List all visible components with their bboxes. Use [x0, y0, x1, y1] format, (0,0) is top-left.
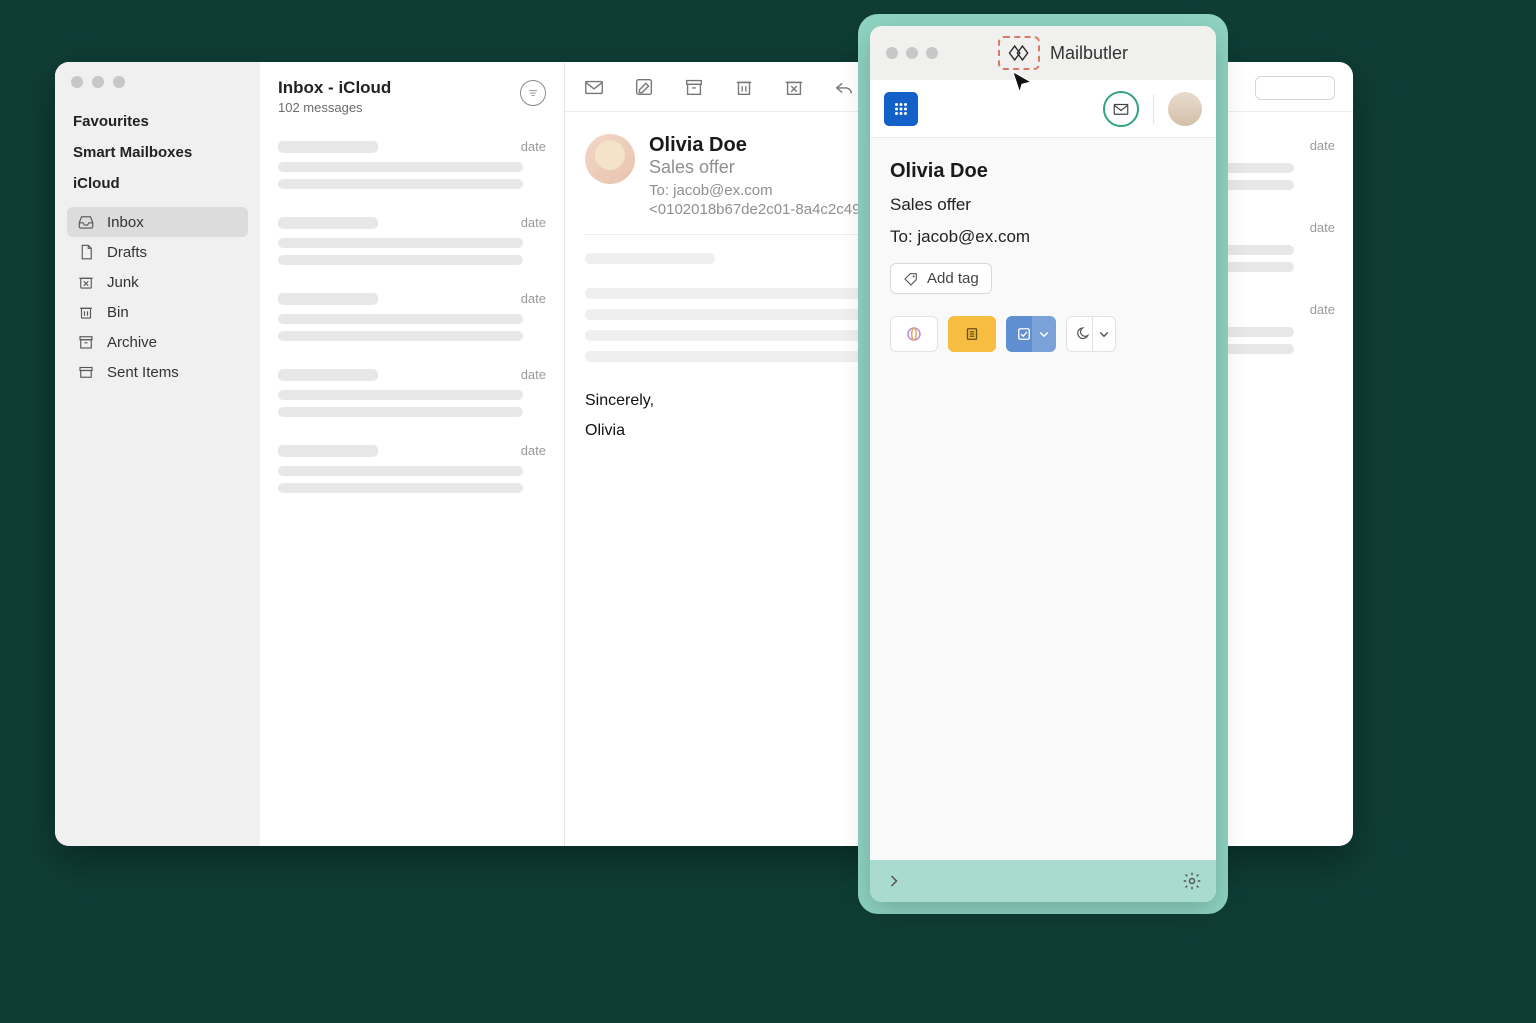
trash-icon	[77, 303, 95, 321]
list-item[interactable]: date	[260, 429, 564, 505]
close-dot[interactable]	[71, 76, 83, 88]
apps-grid-button[interactable]	[884, 92, 918, 126]
add-tag-button[interactable]: Add tag	[890, 263, 992, 294]
item-date: date	[521, 139, 546, 154]
folder-list: Inbox Drafts Junk Bin Archive Sent Items	[67, 207, 248, 387]
reply-icon[interactable]	[833, 76, 855, 98]
notes-button[interactable]	[948, 316, 996, 352]
folder-drafts[interactable]: Drafts	[67, 237, 248, 267]
mailbutler-content: Olivia Doe Sales offer To: jacob@ex.com …	[870, 138, 1216, 860]
note-icon	[963, 325, 981, 343]
sidebar-section-smart[interactable]: Smart Mailboxes	[67, 137, 248, 168]
folder-sent[interactable]: Sent Items	[67, 357, 248, 387]
tasks-dropdown[interactable]	[1032, 316, 1056, 352]
contact-name: Olivia Doe	[890, 160, 1196, 183]
compose-icon[interactable]	[633, 76, 655, 98]
folder-label: Junk	[107, 274, 139, 291]
folder-bin[interactable]: Bin	[67, 297, 248, 327]
close-dot[interactable]	[886, 47, 898, 59]
document-icon	[77, 243, 95, 261]
folder-label: Bin	[107, 304, 129, 321]
list-header: Inbox - iCloud 102 messages	[260, 62, 564, 125]
folder-label: Sent Items	[107, 364, 179, 381]
user-avatar[interactable]	[1168, 92, 1202, 126]
mailbutler-window: Mailbutler Olivia Doe S	[870, 26, 1216, 902]
list-item[interactable]: date	[260, 277, 564, 353]
sidebar-section-favourites[interactable]: Favourites	[67, 106, 248, 137]
envelope-icon[interactable]	[583, 76, 605, 98]
envelope-icon	[1112, 100, 1130, 118]
tag-icon	[903, 271, 919, 287]
list-item[interactable]: date	[260, 353, 564, 429]
archive-icon	[77, 333, 95, 351]
message-list: Inbox - iCloud 102 messages date date da…	[260, 62, 565, 846]
divider	[1153, 94, 1154, 124]
check-icon	[1015, 325, 1033, 343]
mailbutler-actions	[890, 316, 1196, 352]
mailbutler-logo-hotspot[interactable]	[998, 36, 1040, 70]
snooze-dropdown[interactable]	[1092, 316, 1116, 352]
list-title: Inbox - iCloud	[278, 78, 391, 98]
junk-icon[interactable]	[783, 76, 805, 98]
body-placeholder	[585, 253, 715, 264]
mailbutler-titlebar[interactable]: Mailbutler	[870, 26, 1216, 80]
mailbutler-window-container: Mailbutler Olivia Doe S	[858, 14, 1228, 914]
list-subtitle: 102 messages	[278, 100, 391, 115]
min-dot[interactable]	[92, 76, 104, 88]
inbox-icon	[77, 213, 95, 231]
add-tag-label: Add tag	[927, 270, 979, 287]
trash-icon[interactable]	[733, 76, 755, 98]
sidebar: Favourites Smart Mailboxes iCloud Inbox …	[55, 62, 260, 846]
filter-button[interactable]	[520, 80, 546, 106]
mailbutler-footer	[870, 860, 1216, 902]
sent-icon	[77, 363, 95, 381]
moon-icon	[1075, 325, 1093, 343]
mailbutler-toolbar	[870, 80, 1216, 138]
gear-icon[interactable]	[1182, 871, 1202, 891]
filter-icon	[526, 86, 540, 100]
window-controls[interactable]	[886, 47, 938, 59]
mail-status-button[interactable]	[1103, 91, 1139, 127]
list-item[interactable]: date	[260, 125, 564, 201]
list-item[interactable]: date	[260, 201, 564, 277]
subject-placeholder	[278, 162, 523, 172]
search-field[interactable]	[1255, 76, 1335, 100]
window-controls[interactable]	[67, 72, 248, 106]
sender-placeholder	[278, 141, 378, 153]
mailbutler-title: Mailbutler	[1050, 43, 1128, 64]
mailbutler-logo-icon	[1006, 42, 1032, 64]
folder-junk[interactable]: Junk	[67, 267, 248, 297]
max-dot[interactable]	[926, 47, 938, 59]
contacts-button[interactable]	[890, 316, 938, 352]
max-dot[interactable]	[113, 76, 125, 88]
chevron-right-icon[interactable]	[884, 871, 904, 891]
globe-icon	[905, 325, 923, 343]
email-to: To: jacob@ex.com	[890, 227, 1196, 247]
junk-icon	[77, 273, 95, 291]
grid-icon	[892, 100, 910, 118]
chevron-down-icon	[1035, 325, 1053, 343]
folder-inbox[interactable]: Inbox	[67, 207, 248, 237]
folder-label: Drafts	[107, 244, 147, 261]
chevron-down-icon	[1095, 325, 1113, 343]
archive-icon[interactable]	[683, 76, 705, 98]
email-subject: Sales offer	[890, 195, 1196, 215]
folder-archive[interactable]: Archive	[67, 327, 248, 357]
folder-label: Archive	[107, 334, 157, 351]
sender-avatar	[585, 134, 635, 184]
min-dot[interactable]	[906, 47, 918, 59]
cursor-icon	[1008, 68, 1036, 96]
sidebar-section-icloud[interactable]: iCloud	[67, 168, 248, 199]
folder-label: Inbox	[107, 214, 144, 231]
preview-placeholder	[278, 179, 523, 189]
